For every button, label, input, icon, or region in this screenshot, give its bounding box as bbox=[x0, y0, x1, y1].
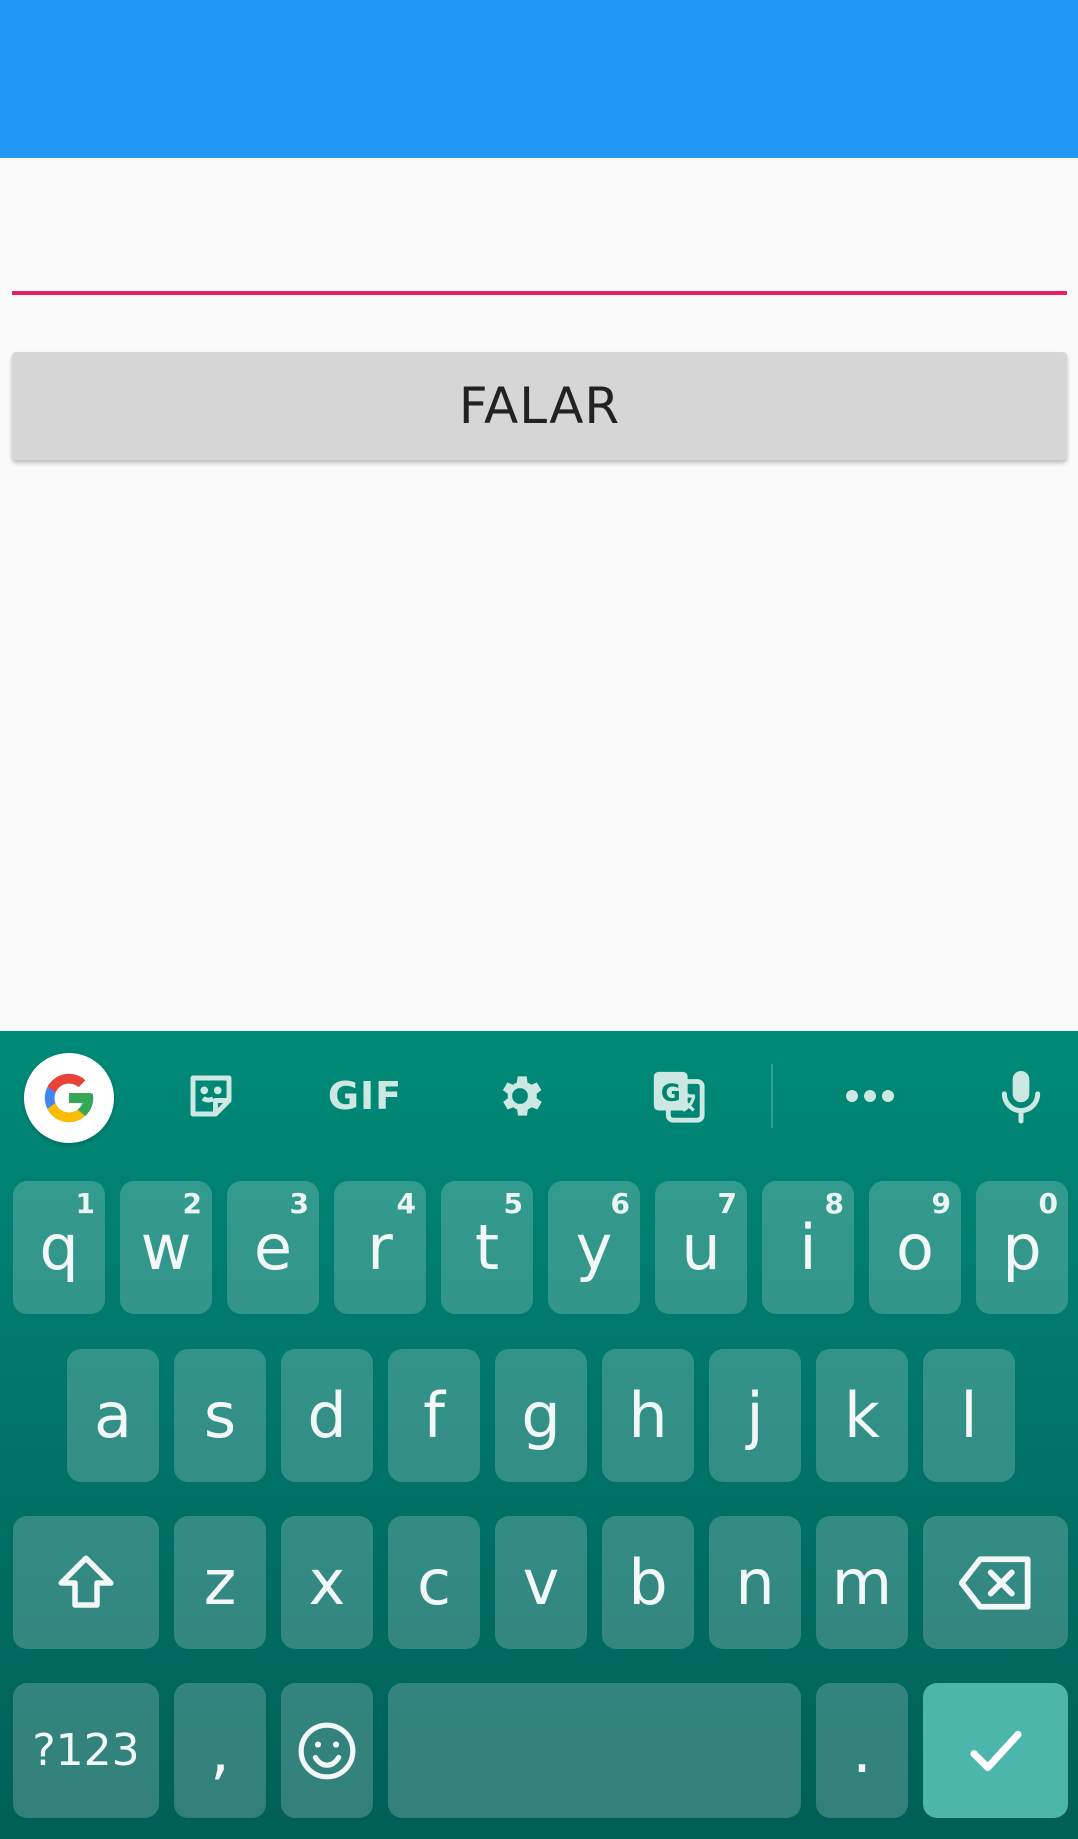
key-hint: 2 bbox=[182, 1187, 202, 1220]
key-label: a bbox=[94, 1379, 132, 1452]
google-g-icon[interactable] bbox=[24, 1053, 114, 1143]
key-label: o bbox=[896, 1211, 934, 1284]
key-label: g bbox=[521, 1379, 561, 1452]
more-icon[interactable] bbox=[835, 1064, 905, 1128]
key-label: b bbox=[628, 1546, 668, 1619]
key-hint: 5 bbox=[503, 1187, 523, 1220]
key-hint: 8 bbox=[824, 1187, 844, 1220]
key-hint: 4 bbox=[396, 1187, 416, 1220]
key-i[interactable]: i8 bbox=[762, 1181, 854, 1314]
key-label: c bbox=[416, 1546, 452, 1619]
key-label: m bbox=[831, 1546, 893, 1619]
key-b[interactable]: b bbox=[602, 1516, 694, 1649]
key-label: h bbox=[628, 1379, 668, 1452]
key-label: p bbox=[1002, 1211, 1042, 1284]
keyboard: GIF G q1 w 2 e 3 r 4 t 5 y 6 u 7 i 8 o 9… bbox=[0, 1031, 1078, 1839]
key-label: e bbox=[253, 1211, 293, 1284]
key-label: n bbox=[735, 1546, 775, 1619]
emoji-icon bbox=[298, 1722, 356, 1779]
key-o[interactable]: o9 bbox=[869, 1181, 961, 1314]
sticker-icon[interactable] bbox=[176, 1064, 246, 1128]
key-label: j bbox=[746, 1379, 764, 1452]
key-e[interactable]: e3 bbox=[227, 1181, 319, 1314]
svg-text:G: G bbox=[661, 1079, 681, 1107]
gif-icon[interactable]: GIF bbox=[320, 1064, 410, 1128]
key-r[interactable]: r4 bbox=[334, 1181, 426, 1314]
key-z[interactable]: z bbox=[174, 1516, 266, 1649]
space-key[interactable] bbox=[388, 1683, 801, 1818]
key-k[interactable]: k bbox=[816, 1349, 908, 1482]
key-s[interactable]: s bbox=[174, 1349, 266, 1482]
backspace-icon bbox=[958, 1555, 1031, 1610]
falar-button[interactable]: FALAR bbox=[12, 352, 1067, 460]
toolbar-divider bbox=[771, 1064, 773, 1128]
key-w[interactable]: w2 bbox=[120, 1181, 212, 1314]
key-h[interactable]: h bbox=[602, 1349, 694, 1482]
key-hint: 7 bbox=[717, 1187, 737, 1220]
key-v[interactable]: v bbox=[495, 1516, 587, 1649]
app-bar bbox=[0, 0, 1078, 158]
comma-key[interactable]: , bbox=[174, 1683, 266, 1818]
key-label: i bbox=[799, 1211, 817, 1284]
key-p[interactable]: p0 bbox=[976, 1181, 1068, 1314]
keyboard-toolbar: GIF G bbox=[0, 1031, 1078, 1161]
symbols-key[interactable]: ?123 bbox=[13, 1683, 159, 1818]
key-g[interactable]: g bbox=[495, 1349, 587, 1482]
check-icon bbox=[969, 1730, 1022, 1771]
key-hint: 1 bbox=[75, 1187, 95, 1220]
period-key[interactable]: . bbox=[816, 1683, 908, 1818]
key-a[interactable]: a bbox=[67, 1349, 159, 1482]
key-m[interactable]: m bbox=[816, 1516, 908, 1649]
key-label: d bbox=[307, 1379, 347, 1452]
key-t[interactable]: t5 bbox=[441, 1181, 533, 1314]
key-label: x bbox=[308, 1546, 346, 1619]
key-hint: 3 bbox=[289, 1187, 309, 1220]
key-label: s bbox=[203, 1379, 237, 1452]
key-hint: 6 bbox=[610, 1187, 630, 1220]
shift-icon bbox=[58, 1555, 114, 1608]
key-n[interactable]: n bbox=[709, 1516, 801, 1649]
enter-key[interactable] bbox=[923, 1683, 1068, 1818]
key-f[interactable]: f bbox=[388, 1349, 480, 1482]
key-label: r bbox=[367, 1211, 393, 1284]
key-q[interactable]: q1 bbox=[13, 1181, 105, 1314]
key-l[interactable]: l bbox=[923, 1349, 1015, 1482]
key-label: t bbox=[474, 1211, 500, 1284]
emoji-key[interactable] bbox=[281, 1683, 373, 1818]
key-label: z bbox=[203, 1546, 237, 1619]
key-label: , bbox=[210, 1714, 230, 1787]
key-d[interactable]: d bbox=[281, 1349, 373, 1482]
key-label: q bbox=[39, 1211, 79, 1284]
key-c[interactable]: c bbox=[388, 1516, 480, 1649]
shift-key[interactable] bbox=[13, 1516, 159, 1649]
key-label: k bbox=[844, 1379, 880, 1452]
key-label: f bbox=[423, 1379, 445, 1452]
translate-icon[interactable]: G bbox=[640, 1064, 716, 1128]
key-y[interactable]: y6 bbox=[548, 1181, 640, 1314]
gear-icon[interactable] bbox=[485, 1064, 555, 1128]
backspace-key[interactable] bbox=[923, 1516, 1068, 1649]
key-hint: 0 bbox=[1038, 1187, 1058, 1220]
key-label: u bbox=[681, 1211, 721, 1284]
key-hint: 9 bbox=[931, 1187, 951, 1220]
microphone-icon[interactable] bbox=[986, 1061, 1056, 1131]
key-label: w bbox=[140, 1211, 192, 1284]
key-x[interactable]: x bbox=[281, 1516, 373, 1649]
key-label: y bbox=[575, 1211, 613, 1284]
key-label: . bbox=[852, 1714, 872, 1787]
key-label: v bbox=[522, 1546, 560, 1619]
key-j[interactable]: j bbox=[709, 1349, 801, 1482]
key-u[interactable]: u7 bbox=[655, 1181, 747, 1314]
key-label: ?123 bbox=[32, 1725, 140, 1776]
speech-text-input[interactable] bbox=[12, 180, 1067, 295]
gif-label: GIF bbox=[327, 1074, 403, 1118]
key-label: l bbox=[960, 1379, 978, 1452]
